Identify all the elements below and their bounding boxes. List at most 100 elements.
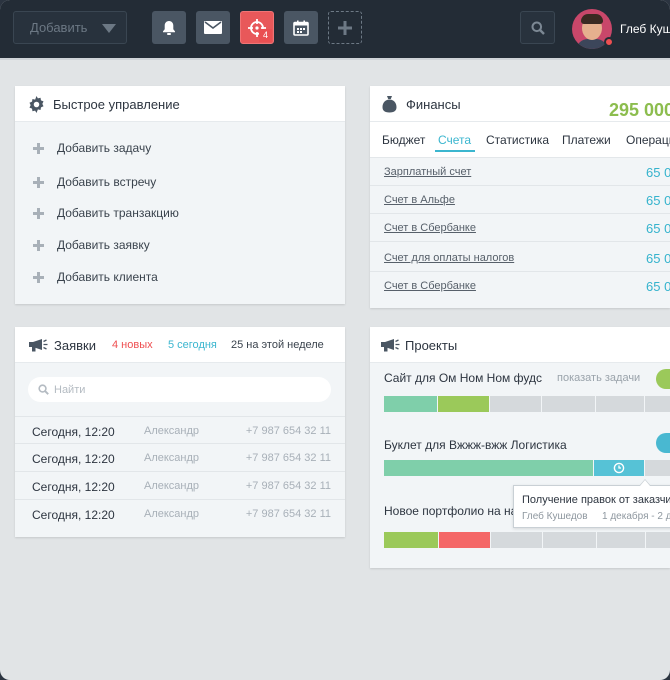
notifications-button[interactable] <box>152 11 186 44</box>
avatar-hair <box>581 14 603 24</box>
new-requests-count[interactable]: 4 новых <box>112 339 153 351</box>
add-task-action[interactable]: Добавить задачу <box>33 141 151 155</box>
task-segment[interactable] <box>490 396 541 412</box>
project-name[interactable]: Буклет для Вжжж-вжж Логистика <box>384 438 567 452</box>
task-segment[interactable] <box>543 532 596 548</box>
request-date: Сегодня, 12:20 <box>32 452 115 466</box>
account-row[interactable]: Зарплатный счет 65 000 <box>370 158 670 186</box>
messages-button[interactable] <box>196 11 230 44</box>
task-segment[interactable] <box>438 396 489 412</box>
targets-button[interactable]: 4 <box>240 11 274 44</box>
account-name[interactable]: Зарплатный счет <box>384 166 471 178</box>
search-icon <box>38 384 49 395</box>
account-value: 65 000 <box>646 165 670 180</box>
tooltip-dates: 1 декабря - 2 декабря <box>602 511 670 522</box>
tab-statistics[interactable]: Статистика <box>486 133 549 147</box>
account-name[interactable]: Счет для оплаты налогов <box>384 252 514 264</box>
add-transaction-action[interactable]: Добавить транзакцию <box>33 206 179 220</box>
account-value: 65 000 <box>646 251 670 266</box>
task-segment[interactable] <box>645 396 670 412</box>
task-tooltip: Получение правок от заказчика Глеб Кушед… <box>513 479 670 528</box>
megaphone-icon <box>381 339 400 352</box>
quick-actions-card: Быстрое управление Добавить задачу Добав… <box>15 86 345 304</box>
account-row[interactable]: Счет для оплаты налогов 65 000 <box>370 244 670 272</box>
tab-operations[interactable]: Операции <box>626 133 670 147</box>
task-segment[interactable] <box>597 532 645 548</box>
status-dot <box>604 37 614 47</box>
account-name[interactable]: Счет в Альфе <box>384 194 455 206</box>
task-segment[interactable] <box>384 460 593 476</box>
finance-total: 295 000 <box>609 100 670 120</box>
top-bar: Добавить 4 Глеб Кушедов <box>0 0 670 58</box>
task-segment-active[interactable] <box>594 460 644 476</box>
today-requests-count[interactable]: 5 сегодня <box>168 339 217 351</box>
tooltip-title: Получение правок от заказчика <box>522 494 670 506</box>
search-input[interactable] <box>54 377 324 402</box>
tooltip-user: Глеб Кушедов <box>522 511 588 522</box>
task-segment[interactable] <box>596 396 644 412</box>
task-segment[interactable] <box>384 532 438 548</box>
request-row[interactable]: Сегодня, 12:20 Александр +7 987 654 32 1… <box>15 472 345 500</box>
request-row[interactable]: Сегодня, 12:20 Александр +7 987 654 32 1… <box>15 500 345 528</box>
account-value: 65 000 <box>646 279 670 294</box>
finance-title: Финансы <box>406 97 461 112</box>
task-segment[interactable] <box>645 460 670 476</box>
action-label: Добавить заявку <box>57 238 150 252</box>
plus-icon <box>33 271 44 283</box>
project-toggle[interactable] <box>656 433 670 453</box>
projects-header: Проекты <box>370 327 670 363</box>
account-row[interactable]: Счет в Сбербанке 65 000 <box>370 272 670 300</box>
search-icon <box>531 21 545 35</box>
task-segment[interactable] <box>439 532 490 548</box>
search-button[interactable] <box>520 11 555 44</box>
finance-header: Финансы 295 000 <box>370 86 670 122</box>
account-row[interactable]: Счет в Альфе 65 000 <box>370 186 670 214</box>
finance-card: Финансы 295 000 Бюджет Счета Статистика … <box>370 86 670 308</box>
finance-tabs: Бюджет Счета Статистика Платежи Операции <box>370 122 670 158</box>
add-widget-button[interactable] <box>328 11 362 44</box>
requests-card: Заявки 4 новых 5 сегодня 25 на этой неде… <box>15 327 345 537</box>
task-segment[interactable] <box>384 396 437 412</box>
requests-header: Заявки 4 новых 5 сегодня 25 на этой неде… <box>15 327 345 363</box>
project-progress-bar <box>384 396 670 412</box>
calendar-icon <box>293 20 309 36</box>
project-name[interactable]: Новое портфолио на наш сайт <box>384 504 514 518</box>
add-client-action[interactable]: Добавить клиента <box>33 270 158 284</box>
project-progress-bar <box>384 532 670 548</box>
plus-icon <box>33 142 44 154</box>
account-row[interactable]: Счет в Сбербанке 65 000 <box>370 214 670 242</box>
account-name[interactable]: Счет в Сбербанке <box>384 222 476 234</box>
projects-card: Проекты Сайт для Ом Ном Ном фудс показат… <box>370 327 670 568</box>
quick-actions-header: Быстрое управление <box>15 86 345 122</box>
targets-badge: 4 <box>259 29 272 42</box>
request-row[interactable]: Сегодня, 12:20 Александр +7 987 654 32 1… <box>15 444 345 472</box>
week-requests-count[interactable]: 25 на этой неделе <box>231 339 324 351</box>
add-meeting-action[interactable]: Добавить встречу <box>33 175 156 189</box>
calendar-button[interactable] <box>284 11 318 44</box>
request-phone: +7 987 654 32 11 <box>245 480 331 492</box>
request-name: Александр <box>144 452 200 464</box>
tab-budget[interactable]: Бюджет <box>382 133 425 147</box>
show-tasks-link[interactable]: показать задачи <box>557 372 640 384</box>
project-toggle[interactable] <box>656 369 670 389</box>
account-value: 65 000 <box>646 193 670 208</box>
tab-accounts[interactable]: Счета <box>438 133 471 147</box>
plus-icon <box>33 176 44 188</box>
user-name[interactable]: Глеб Кушедов <box>620 22 670 36</box>
task-segment[interactable] <box>542 396 595 412</box>
account-value: 65 000 <box>646 221 670 236</box>
request-phone: +7 987 654 32 11 <box>245 425 331 437</box>
tab-payments[interactable]: Платежи <box>562 133 611 147</box>
active-tab-underline <box>435 150 475 152</box>
caret-down-icon <box>102 24 116 33</box>
project-name[interactable]: Сайт для Ом Ном Ном фудс <box>384 371 542 385</box>
account-name[interactable]: Счет в Сбербанке <box>384 280 476 292</box>
request-row[interactable]: Сегодня, 12:20 Александр +7 987 654 32 1… <box>15 416 345 444</box>
requests-search[interactable] <box>28 377 331 402</box>
bell-icon <box>163 20 175 35</box>
request-name: Александр <box>144 425 200 437</box>
task-segment[interactable] <box>646 532 670 548</box>
add-dropdown[interactable]: Добавить <box>13 11 127 44</box>
task-segment[interactable] <box>491 532 542 548</box>
add-request-action[interactable]: Добавить заявку <box>33 238 150 252</box>
